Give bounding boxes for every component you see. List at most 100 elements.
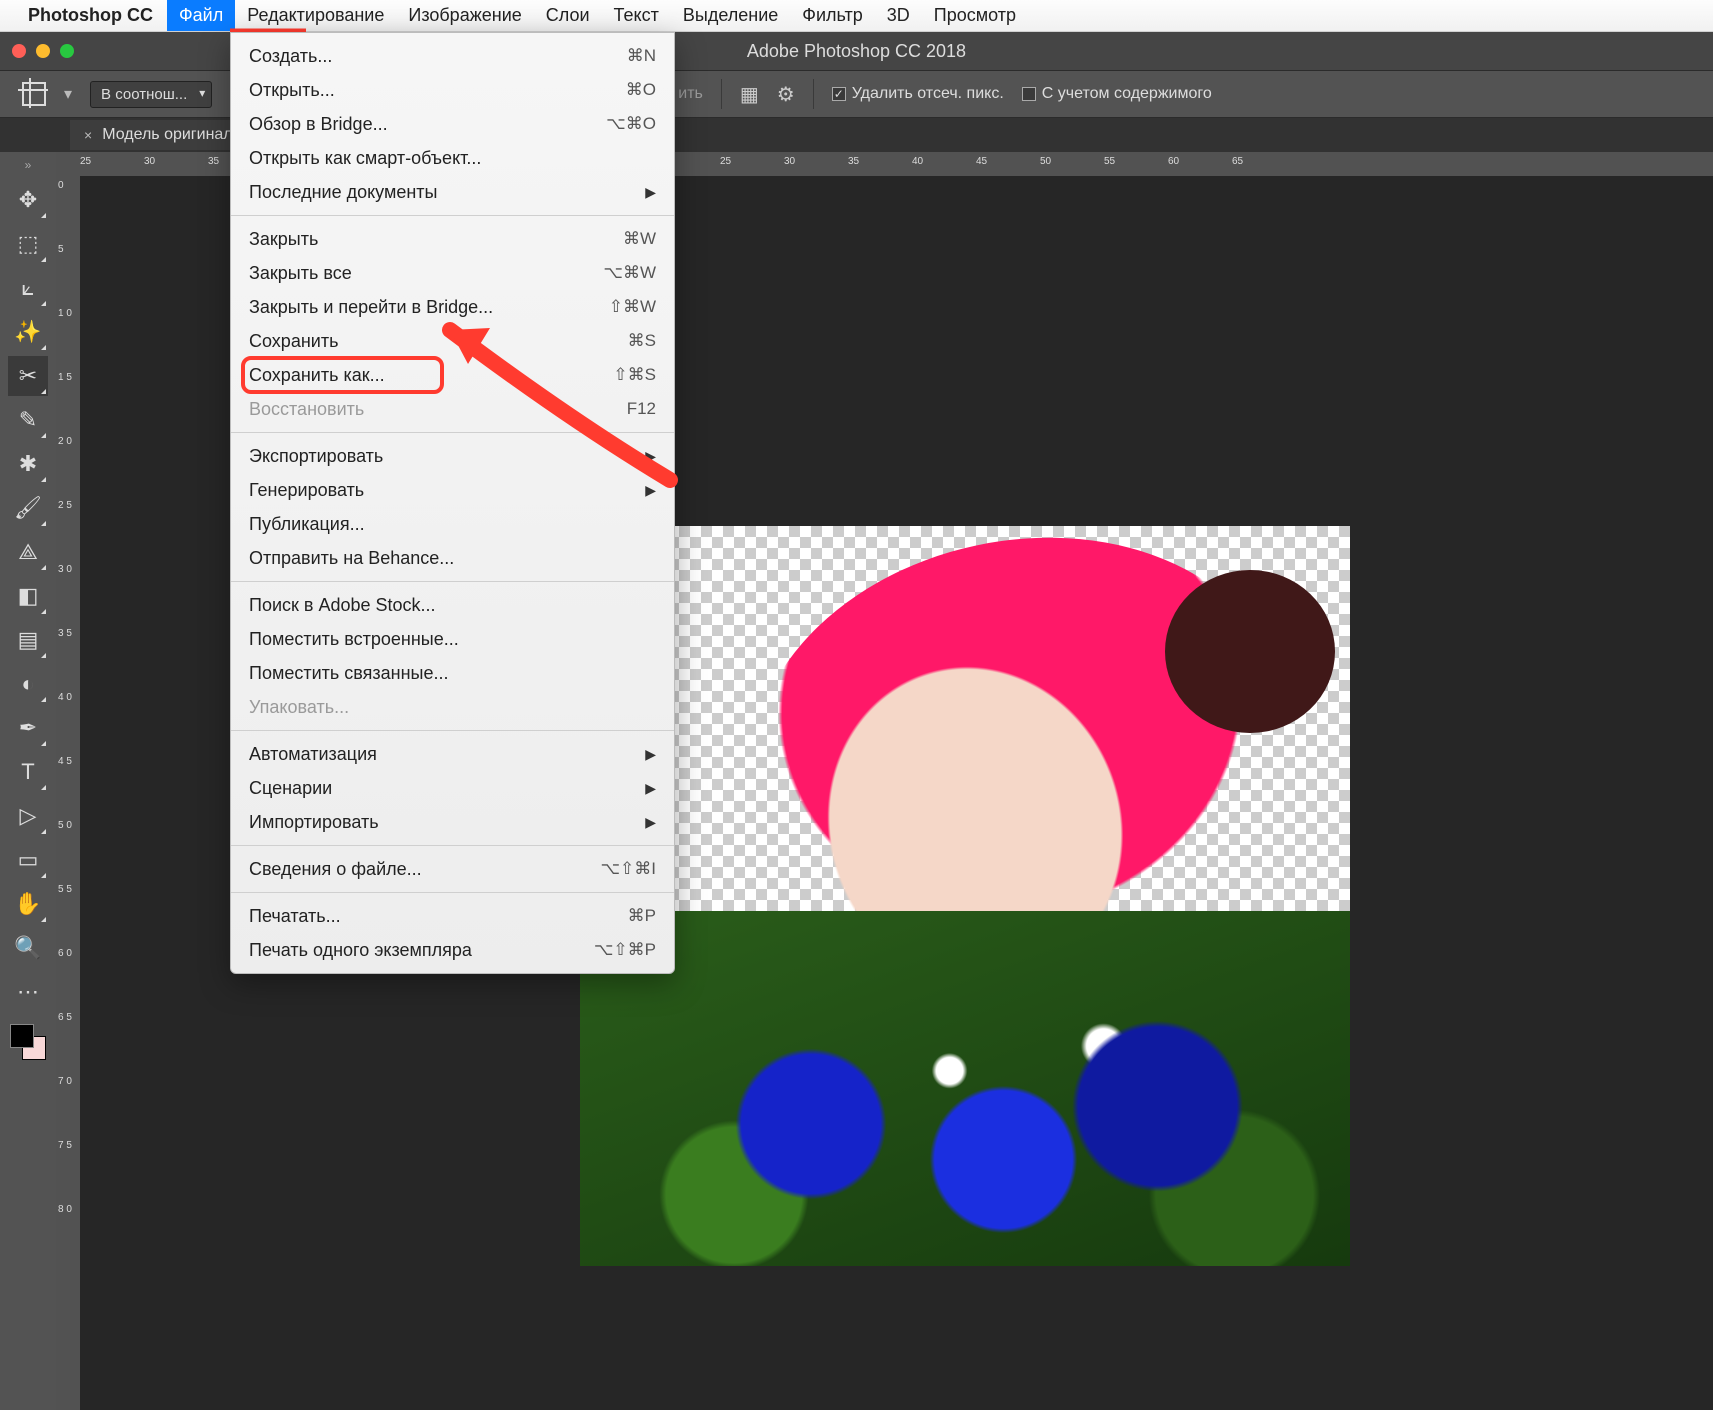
mac-menubar: Photoshop CC Файл Редактирование Изображ…: [0, 0, 1713, 32]
menu-item[interactable]: Закрыть⌘W: [231, 222, 674, 256]
menu-item[interactable]: Последние документы▶: [231, 175, 674, 209]
menu-item-label: Сохранить: [249, 328, 338, 354]
menu-item[interactable]: Закрыть все⌥⌘W: [231, 256, 674, 290]
magic-wand-tool[interactable]: ✨: [8, 312, 48, 352]
menu-3d[interactable]: 3D: [875, 0, 922, 31]
maximize-window-icon[interactable]: [60, 44, 74, 58]
shortcut-label: ⌘N: [627, 43, 656, 69]
menu-item[interactable]: Сценарии▶: [231, 771, 674, 805]
gear-icon[interactable]: ⚙: [777, 82, 795, 107]
menu-item[interactable]: Поместить встроенные...: [231, 622, 674, 656]
ruler-tick: 55: [1104, 156, 1115, 167]
menu-item: ВосстановитьF12: [231, 392, 674, 426]
submenu-arrow-icon: ▶: [645, 741, 656, 767]
minimize-window-icon[interactable]: [36, 44, 50, 58]
menu-item[interactable]: Генерировать▶: [231, 473, 674, 507]
ruler-tick: 30: [784, 156, 795, 167]
color-swatches[interactable]: [10, 1024, 46, 1060]
menu-separator: [231, 892, 674, 893]
ruler-tick: 25: [80, 156, 91, 167]
shape-tool[interactable]: ▭: [8, 840, 48, 880]
path-select-tool[interactable]: ▷: [8, 796, 48, 836]
menu-item[interactable]: Экспортировать▶: [231, 439, 674, 473]
menu-edit[interactable]: Редактирование: [235, 0, 396, 31]
separator: [813, 79, 814, 109]
gradient-tool[interactable]: ▤: [8, 620, 48, 660]
close-window-icon[interactable]: [12, 44, 26, 58]
eyedropper-tool[interactable]: ✎: [8, 400, 48, 440]
healing-tool[interactable]: ✱: [8, 444, 48, 484]
zoom-tool[interactable]: 🔍: [8, 928, 48, 968]
menu-view[interactable]: Просмотр: [922, 0, 1028, 31]
menu-item[interactable]: Закрыть и перейти в Bridge...⇧⌘W: [231, 290, 674, 324]
dodge-tool[interactable]: ◐: [8, 664, 48, 704]
move-tool[interactable]: ✥: [8, 180, 48, 220]
menu-file[interactable]: Файл: [167, 0, 235, 31]
menu-select[interactable]: Выделение: [671, 0, 790, 31]
menu-item[interactable]: Поместить связанные...: [231, 656, 674, 690]
ratio-dropdown[interactable]: В соотнош...: [90, 81, 212, 108]
lasso-tool[interactable]: ⟀: [8, 268, 48, 308]
delete-cropped-checkbox[interactable]: ✓ Удалить отсеч. пикс.: [832, 85, 1004, 103]
app-name[interactable]: Photoshop CC: [28, 5, 153, 26]
menu-text[interactable]: Текст: [602, 0, 671, 31]
crop-icon[interactable]: [22, 82, 46, 106]
tab-label: Модель оригинал: [102, 126, 232, 144]
menu-item-label: Сценарии: [249, 775, 332, 801]
menu-item-label: Закрыть все: [249, 260, 352, 286]
menu-item[interactable]: Публикация...: [231, 507, 674, 541]
menu-item-label: Печать одного экземпляра: [249, 937, 472, 963]
stamp-tool[interactable]: ⟁: [8, 532, 48, 572]
menu-layers[interactable]: Слои: [534, 0, 602, 31]
ruler-tick: 7 5: [58, 1140, 72, 1151]
delete-cropped-label: Удалить отсеч. пикс.: [852, 85, 1004, 103]
crop-tool[interactable]: ✂: [8, 356, 48, 396]
document-tab[interactable]: × Модель оригинал: [70, 120, 247, 150]
foreground-color-swatch[interactable]: [10, 1024, 34, 1048]
type-tool[interactable]: T: [8, 752, 48, 792]
expand-tools-icon[interactable]: »: [25, 158, 32, 172]
shortcut-label: ⌘O: [626, 77, 656, 103]
menu-item[interactable]: Сохранить как...⇧⌘S: [231, 358, 674, 392]
close-tab-icon[interactable]: ×: [84, 127, 92, 143]
flowers-shape: [580, 911, 1350, 1266]
ruler-tick: 2 0: [58, 436, 72, 447]
pen-tool[interactable]: ✒: [8, 708, 48, 748]
menu-item[interactable]: Обзор в Bridge...⌥⌘O: [231, 107, 674, 141]
menu-item[interactable]: Открыть...⌘O: [231, 73, 674, 107]
menu-item[interactable]: Открыть как смарт-объект...: [231, 141, 674, 175]
ruler-tick: 50: [1040, 156, 1051, 167]
separator: [721, 79, 722, 109]
menu-separator: [231, 215, 674, 216]
brush-tool[interactable]: 🖌: [8, 488, 48, 528]
more-tools[interactable]: ⋯: [8, 972, 48, 1012]
truncated-button[interactable]: ить: [678, 85, 703, 103]
menu-filter[interactable]: Фильтр: [790, 0, 874, 31]
marquee-tool[interactable]: ⬚: [8, 224, 48, 264]
menu-item-label: Создать...: [249, 43, 332, 69]
menu-item[interactable]: Поиск в Adobe Stock...: [231, 588, 674, 622]
menu-item-label: Закрыть: [249, 226, 318, 252]
content-aware-checkbox[interactable]: С учетом содержимого: [1022, 85, 1212, 103]
menu-item-label: Отправить на Behance...: [249, 545, 454, 571]
menu-item-label: Поместить связанные...: [249, 660, 448, 686]
grid-overlay-icon[interactable]: ▦: [740, 82, 759, 107]
menu-item[interactable]: Сведения о файле...⌥⇧⌘I: [231, 852, 674, 886]
menu-item[interactable]: Печать одного экземпляра⌥⇧⌘P: [231, 933, 674, 967]
menu-item[interactable]: Сохранить⌘S: [231, 324, 674, 358]
ruler-tick: 40: [912, 156, 923, 167]
menu-item[interactable]: Печатать...⌘P: [231, 899, 674, 933]
menu-item[interactable]: Отправить на Behance...: [231, 541, 674, 575]
ruler-tick: 2 5: [58, 500, 72, 511]
menu-item[interactable]: Автоматизация▶: [231, 737, 674, 771]
menu-item[interactable]: Импортировать▶: [231, 805, 674, 839]
menu-item[interactable]: Создать... ⌘N: [231, 39, 674, 73]
menu-item-label: Поместить встроенные...: [249, 626, 459, 652]
menu-image[interactable]: Изображение: [396, 0, 533, 31]
menu-separator: [231, 845, 674, 846]
hand-tool[interactable]: ✋: [8, 884, 48, 924]
eraser-tool[interactable]: ◧: [8, 576, 48, 616]
menu-item-label: Публикация...: [249, 511, 365, 537]
canvas-document[interactable]: [580, 526, 1350, 1266]
ruler-tick: 5 0: [58, 820, 72, 831]
